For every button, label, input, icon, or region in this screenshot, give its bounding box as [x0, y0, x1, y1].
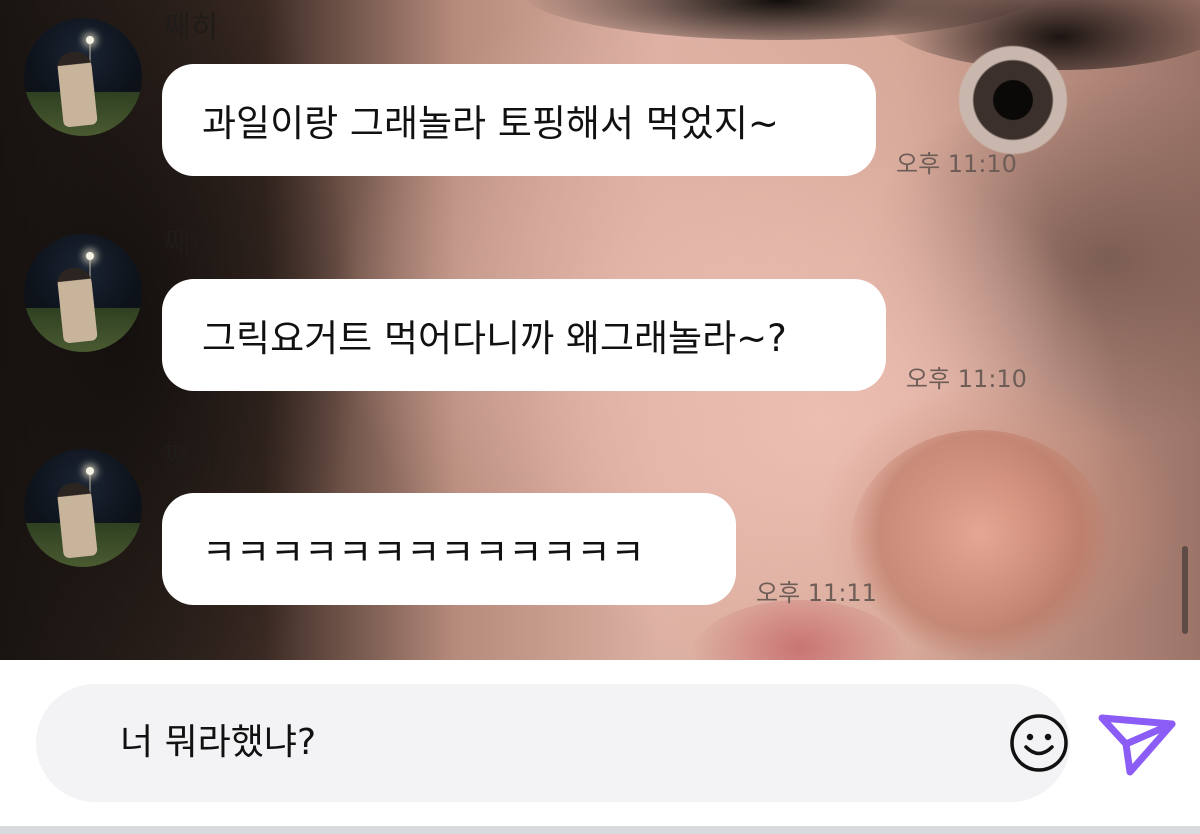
- message-time: 오후 11:10: [896, 150, 1017, 178]
- paper-plane-send-icon[interactable]: [1098, 712, 1176, 778]
- message-composer: [0, 660, 1200, 826]
- avatar[interactable]: [24, 18, 142, 136]
- scrollbar[interactable]: [1182, 546, 1188, 634]
- message-bubble[interactable]: 그릭요거트 먹어다니까 왜그래놀라~?: [162, 279, 886, 391]
- chat-screen: 째히 과일이랑 그래놀라 토핑해서 먹었지~ 오후 11:10 째히 그릭요거트…: [0, 0, 1200, 834]
- message-bubble[interactable]: 과일이랑 그래놀라 토핑해서 먹었지~: [162, 64, 876, 176]
- message-input-container: [36, 684, 1070, 802]
- avatar[interactable]: [24, 234, 142, 352]
- background-eye: [948, 40, 1078, 160]
- home-indicator-strip: [0, 826, 1200, 834]
- message-time: 오후 11:11: [756, 579, 877, 607]
- sender-name: 째히: [163, 10, 219, 45]
- message-time: 오후 11:10: [906, 365, 1027, 393]
- message-input[interactable]: [120, 684, 960, 802]
- chat-background-photo: 째히 과일이랑 그래놀라 토핑해서 먹었지~ 오후 11:10 째히 그릭요거트…: [0, 0, 1200, 660]
- sender-name: 째히: [163, 226, 219, 261]
- sender-name: 째히: [163, 440, 219, 475]
- smiley-icon[interactable]: [1008, 712, 1070, 774]
- avatar[interactable]: [24, 449, 142, 567]
- message-bubble[interactable]: ㅋㅋㅋㅋㅋㅋㅋㅋㅋㅋㅋㅋㅋ: [162, 493, 736, 605]
